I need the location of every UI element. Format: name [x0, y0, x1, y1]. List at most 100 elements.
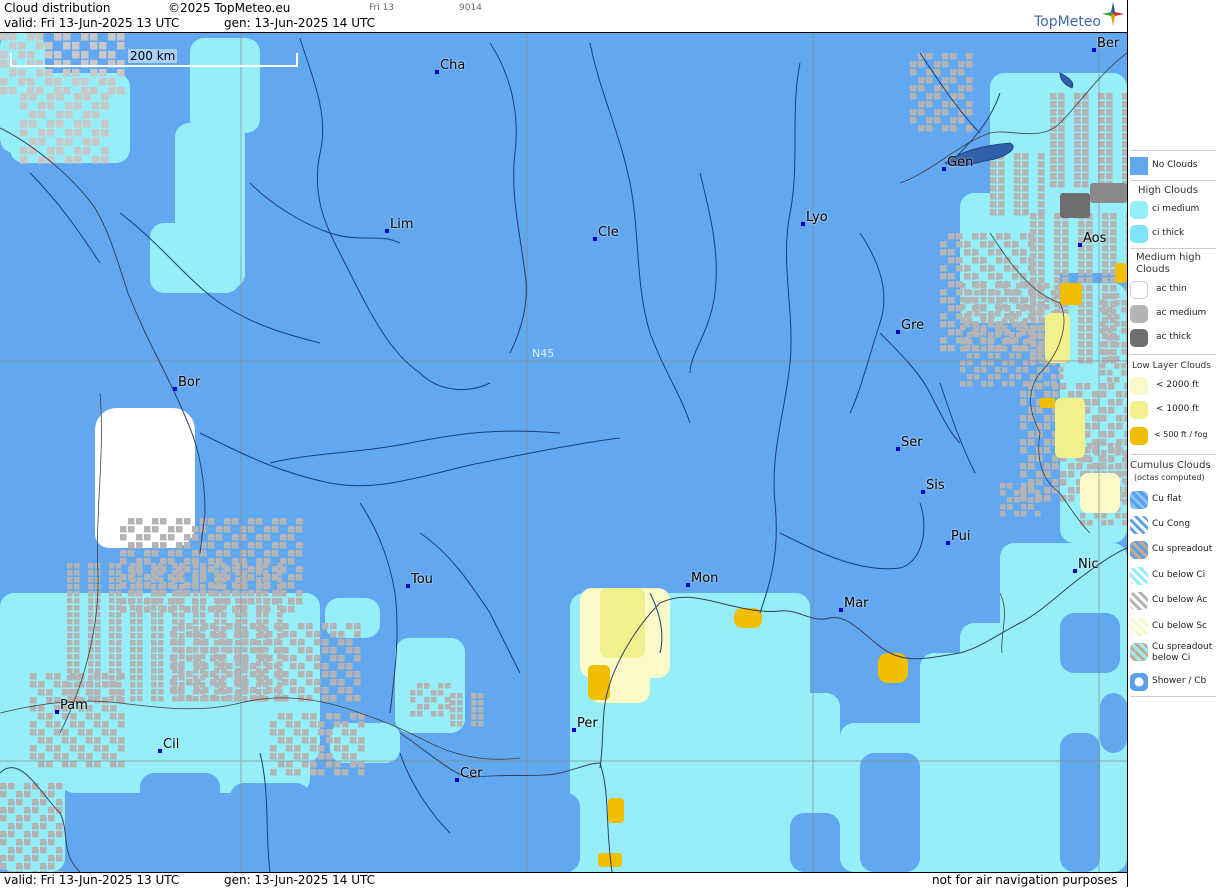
- ac-medium-speckle: [910, 53, 973, 132]
- ci-area: [630, 863, 660, 872]
- clear-area: [1100, 693, 1127, 753]
- legend-cu-spread: Cu spreadout: [1130, 540, 1214, 560]
- city-dot: [942, 167, 946, 171]
- legend-cu-below-ac: Cu below Ac: [1130, 591, 1214, 611]
- legend-panel: No Clouds High Clouds ci medium ci thick…: [1127, 0, 1219, 887]
- low-2000-swatch: [1130, 377, 1148, 395]
- legend-cu-cong: Cu Cong: [1130, 515, 1214, 535]
- city-name: Ser: [901, 435, 923, 450]
- city-dot: [406, 584, 410, 588]
- low-500-area: [608, 798, 624, 823]
- ac-medium-speckle: [450, 693, 484, 727]
- city-name: Sis: [926, 478, 945, 493]
- legend-no-clouds: No Clouds: [1130, 156, 1214, 176]
- map-title: Cloud distribution: [4, 1, 111, 15]
- cu-spread-swatch: [1130, 541, 1148, 559]
- scale-label: 200 km: [128, 49, 178, 63]
- clear-area: [230, 783, 310, 872]
- city-name: Cha: [440, 58, 466, 73]
- city-dot: [946, 541, 950, 545]
- shower-swatch: [1130, 673, 1148, 691]
- legend-cu-below-ci: Cu below Ci: [1130, 566, 1214, 586]
- city-name: Bor: [178, 375, 201, 390]
- cloud-map[interactable]: 200 km N45 Cha Ber Gen Lim Cle Lyo Aos Gre Bor Se…: [0, 33, 1127, 872]
- topmeteo-logo: TopMeteo: [1034, 2, 1126, 32]
- map-header: Cloud distribution ©2025 TopMeteo.eu Fri…: [0, 0, 1127, 33]
- clear-area: [520, 793, 580, 872]
- cu-below-ac-swatch: [1130, 592, 1148, 610]
- cu-below-sc-swatch: [1130, 618, 1148, 636]
- city-dot: [686, 583, 690, 587]
- legend-ac-thick: ac thick: [1130, 328, 1214, 348]
- ac-thick-swatch: [1130, 329, 1148, 347]
- ci-area: [200, 93, 240, 293]
- legend-cu-subtitle: (octas computed): [1134, 473, 1205, 482]
- low-500-area: [1115, 263, 1127, 283]
- city-dot: [173, 387, 177, 391]
- legend-low-500: < 500 ft / fog: [1130, 426, 1214, 446]
- city-name: Tou: [411, 572, 433, 587]
- legend-medium-title: Medium high Clouds: [1136, 252, 1201, 275]
- clear-area: [790, 813, 840, 872]
- city-dot: [1073, 569, 1077, 573]
- ac-thick-area: [1090, 183, 1127, 203]
- cu-cong-swatch: [1130, 516, 1148, 534]
- city-dot: [455, 778, 459, 782]
- ac-thin-swatch: [1130, 281, 1148, 299]
- logo-text: TopMeteo: [1034, 14, 1101, 30]
- city-name: Aos: [1083, 231, 1107, 246]
- map-footer: valid: Fri 13-Jun-2025 13 UTC gen: 13-Ju…: [0, 872, 1127, 888]
- city-dot: [55, 710, 59, 714]
- ac-thick-area: [1060, 193, 1090, 218]
- city-dot: [896, 330, 900, 334]
- ci-area: [0, 643, 70, 743]
- clear-area: [140, 773, 220, 872]
- city-dot: [921, 490, 925, 494]
- clear-area: [920, 618, 950, 638]
- clear-area: [1060, 733, 1100, 872]
- legend-shower: Shower / Cb: [1130, 672, 1214, 692]
- cu-below-ci-swatch: [1130, 567, 1148, 585]
- ac-medium-swatch: [1130, 305, 1148, 323]
- scale-bar: 200 km: [10, 49, 298, 67]
- city-dot: [896, 447, 900, 451]
- city-dot: [1078, 243, 1082, 247]
- cu-spread-ci-swatch: [1130, 643, 1148, 661]
- legend-cu-below-sc: Cu below Sc: [1130, 617, 1214, 637]
- low-1000-swatch: [1130, 401, 1148, 419]
- ac-thin-area: [120, 438, 180, 508]
- city-name: Lyo: [806, 210, 828, 225]
- latitude-label: N45: [532, 347, 555, 360]
- city-dot: [593, 237, 597, 241]
- city-name: Ber: [1097, 36, 1120, 51]
- legend-cu-flat: Cu flat: [1130, 490, 1214, 510]
- legend-low-2000: < 2000 ft: [1130, 376, 1214, 396]
- legend-high-title: High Clouds: [1138, 185, 1198, 196]
- footer-valid-time: valid: Fri 13-Jun-2025 13 UTC: [4, 873, 180, 887]
- city-dot: [1092, 48, 1096, 52]
- legend-cu-title: Cumulus Clouds: [1130, 460, 1211, 471]
- low-1000-area: [1045, 313, 1070, 363]
- city-name: Mon: [691, 571, 719, 586]
- legend-ci-thick: ci thick: [1130, 224, 1214, 244]
- clear-area: [1060, 613, 1120, 673]
- city-dot: [158, 749, 162, 753]
- city-name: Pam: [60, 698, 88, 713]
- ci-thick-swatch: [1130, 225, 1148, 243]
- legend-low-1000: < 1000 ft: [1130, 400, 1214, 420]
- legend-low-title: Low Layer Clouds: [1132, 361, 1211, 371]
- low-500-area: [1060, 283, 1082, 305]
- city-name: Lim: [390, 217, 414, 232]
- city-name: Gen: [947, 155, 974, 170]
- disclaimer: not for air navigation purposes: [932, 873, 1118, 887]
- generated-time: gen: 13-Jun-2025 14 UTC: [224, 16, 376, 30]
- low-1000-area: [600, 588, 645, 658]
- city-name: Nic: [1078, 557, 1099, 572]
- city-name: Pui: [951, 529, 971, 544]
- legend-ci-medium: ci medium: [1130, 200, 1214, 220]
- city-dot: [839, 608, 843, 612]
- city-name: Cil: [163, 737, 180, 752]
- low-500-area: [1040, 398, 1055, 408]
- small-code: 9014: [459, 3, 482, 13]
- ci-medium-swatch: [1130, 201, 1148, 219]
